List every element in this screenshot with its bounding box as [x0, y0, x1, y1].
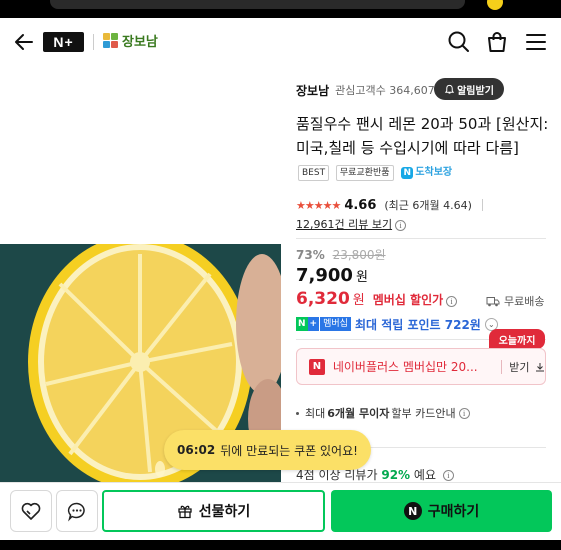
info-icon[interactable]: i — [442, 470, 454, 481]
installment-prefix: 최대 — [305, 407, 326, 420]
badge-n: N — [296, 317, 308, 331]
toast-message: 뒤에 만료되는 쿠폰 있어요! — [220, 443, 358, 458]
points-text: 최대 적립 포인트 722원 — [354, 317, 481, 332]
member-price-unit: 원 — [352, 293, 365, 308]
wishlist-button[interactable] — [10, 490, 52, 532]
free-shipping: 무료배송 — [486, 293, 544, 309]
sale-price-amount: 7,900 — [296, 265, 353, 286]
sale-price: 7,900 원 — [296, 265, 368, 286]
original-price: 23,800원 — [332, 248, 386, 262]
coupon-box[interactable]: N 네이버플러스 멤버십만 20... 받기 — [296, 348, 546, 385]
talk-button[interactable] — [56, 490, 98, 532]
rating-recent: (최근 6개월 4.64) — [384, 199, 472, 212]
seller-name[interactable]: 장보남 — [296, 82, 329, 99]
installment-suffix: 할부 카드안내 — [391, 407, 456, 420]
status-bar-pill — [50, 0, 465, 9]
seller-row: 장보남 관심고객수 364,607 — [296, 80, 435, 100]
points-row[interactable]: N + 멤버십 최대 적립 포인트 722원 ⌄ — [296, 316, 498, 332]
coupon-divider — [501, 359, 503, 374]
review-percent-value: 92% — [381, 468, 411, 482]
bullet-icon — [296, 411, 299, 415]
review-link-label: 12,961건 리뷰 보기 — [296, 218, 393, 231]
search-icon[interactable] — [446, 29, 472, 55]
sale-price-unit: 원 — [355, 270, 368, 285]
status-strip — [0, 0, 561, 18]
app-header: N+ 장보남 — [0, 18, 561, 66]
naver-n-icon: N — [309, 358, 325, 375]
status-dot-icon — [487, 0, 503, 10]
gift-icon — [178, 505, 192, 519]
divider — [296, 238, 546, 239]
free-shipping-label: 무료배송 — [504, 295, 545, 308]
badge-free-return: 무료교환반품 — [335, 165, 394, 181]
info-icon[interactable]: i — [395, 219, 407, 231]
coupon-get-label: 받기 — [509, 360, 530, 374]
coupon-text: 네이버플러스 멤버십만 20... — [332, 360, 478, 374]
rating-stars-icon: ★★★★★ — [296, 198, 341, 212]
download-icon — [535, 362, 544, 371]
bell-icon — [444, 84, 455, 94]
member-price-label: 멤버십 할인가 — [372, 293, 444, 307]
buy-button-label: 구매하기 — [427, 504, 480, 520]
gift-button[interactable]: 선물하기 — [102, 490, 325, 532]
installment-info[interactable]: 최대 6개월 무이자 할부 카드안내 i — [296, 405, 470, 421]
review-link[interactable]: 12,961건 리뷰 보기 i — [296, 216, 407, 232]
naver-pay-icon: N — [403, 502, 422, 520]
product-image-top — [0, 66, 281, 244]
coupon-get-button[interactable]: 받기 — [509, 359, 545, 375]
alarm-button[interactable]: 알림받기 — [434, 78, 504, 100]
bottom-action-bar: 선물하기 N 구매하기 — [0, 482, 561, 540]
bottom-strip — [0, 540, 561, 550]
badge-best: BEST — [298, 165, 330, 181]
delivery-guarantee[interactable]: N 도착보장 — [401, 167, 453, 179]
header-divider — [93, 34, 94, 50]
member-price-row: 6,320 원 멤버십 할인가 i — [296, 289, 458, 309]
naver-plus-badge: N + 멤버십 — [296, 317, 351, 331]
nplus-logo[interactable]: N+ — [43, 32, 84, 52]
today-only-tag: 오늘까지 — [489, 329, 545, 349]
badge-member: 멤버십 — [320, 317, 351, 331]
follower-count: 관심고객수 364,607 — [335, 84, 435, 97]
product-title: 품질우수 팬시 레몬 20과 50과 [원산지:미국,칠레 등 수입시기에 따라… — [296, 115, 549, 157]
product-title-block: 품질우수 팬시 레몬 20과 50과 [원산지:미국,칠레 등 수입시기에 따라… — [296, 112, 554, 185]
menu-icon[interactable] — [523, 29, 549, 55]
info-icon[interactable]: i — [446, 296, 458, 307]
info-icon[interactable]: i — [458, 407, 470, 419]
shop-logo-text: 장보남 — [122, 35, 158, 50]
delivery-n-icon: N — [401, 167, 414, 179]
rating-separator — [481, 199, 483, 211]
badge-plus: + — [307, 317, 320, 331]
back-arrow-icon[interactable] — [10, 28, 38, 56]
installment-bold: 6개월 무이자 — [327, 407, 390, 420]
shop-logo[interactable]: 장보남 — [103, 31, 158, 50]
toast-timer: 06:02 — [177, 443, 216, 457]
rating-score: 4.66 — [344, 197, 377, 213]
shop-logo-mark-icon — [103, 33, 118, 48]
review-percent-prefix: 4점 이상 리뷰가 — [296, 468, 378, 482]
discount-row: 73% 23,800원 — [296, 246, 386, 263]
delivery-label: 도착보장 — [415, 167, 453, 178]
discount-percent: 73% — [296, 248, 325, 262]
alarm-button-label: 알림받기 — [457, 85, 494, 97]
member-price-amount: 6,320 — [296, 289, 350, 309]
truck-icon — [486, 296, 500, 306]
shopping-bag-icon[interactable] — [484, 29, 510, 55]
rating-row: ★★★★★ 4.66 (최근 6개월 4.64) — [296, 197, 483, 213]
review-percent-suffix: 예요 — [413, 468, 436, 482]
gift-button-label: 선물하기 — [198, 504, 251, 520]
chat-icon — [67, 502, 85, 522]
buy-button[interactable]: N 구매하기 — [331, 490, 552, 532]
heart-icon — [21, 502, 41, 520]
coupon-expiry-toast[interactable]: 06:02 뒤에 만료되는 쿠폰 있어요! — [164, 430, 371, 470]
